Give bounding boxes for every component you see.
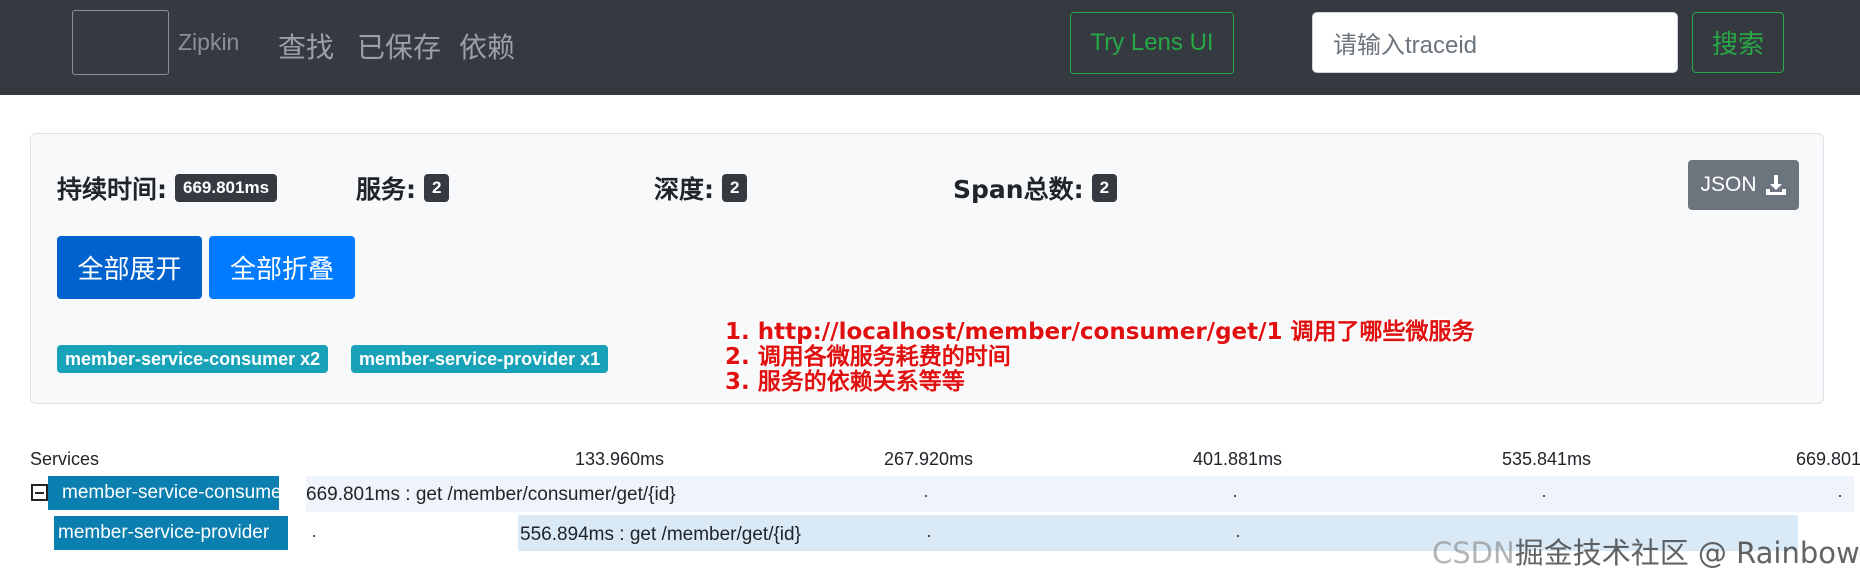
tick-label-1: 133.960ms — [575, 449, 665, 469]
depth-label: 深度: — [654, 175, 714, 204]
annotation-line-1: 1. http://localhost/member/consumer/get/… — [725, 319, 1475, 345]
services-badge: 2 — [424, 174, 450, 202]
tick-label-4: 535.841ms — [1502, 449, 1592, 469]
nav-saved[interactable]: 已保存 — [357, 26, 441, 66]
tick-dot — [1839, 495, 1841, 497]
search-button[interactable]: 搜索 — [1692, 12, 1784, 73]
zipkin-logo[interactable] — [72, 10, 169, 75]
brand-name[interactable]: Zipkin — [178, 29, 239, 56]
service-tag-provider[interactable]: member-service-provider x1 — [351, 345, 609, 373]
span-count-label: Span总数: — [953, 175, 1084, 204]
tick-label-2: 267.920ms — [884, 449, 974, 469]
span-count-badge: 2 — [1091, 174, 1118, 202]
service-name-provider[interactable]: member-service-provider — [54, 516, 288, 550]
expand-all-button[interactable]: 全部展开 — [57, 236, 202, 299]
depth-stat: 深度: 2 — [654, 170, 748, 206]
watermark-prefix: CSDN — [1432, 536, 1515, 570]
duration-stat: 持续时间: 669.801ms — [57, 170, 278, 206]
tick-dot — [1543, 495, 1545, 497]
span-label-provider[interactable]: 556.894ms : get /member/get/{id} — [520, 524, 801, 546]
tick-dot — [1237, 535, 1239, 537]
watermark: CSDN掘金技术社区 @ RainbowSea — [1432, 530, 1860, 572]
service-name-consumer[interactable]: member-service-consumer — [48, 476, 279, 510]
duration-label: 持续时间: — [57, 175, 167, 204]
tick-dot — [928, 535, 930, 537]
traceid-search-input[interactable]: 请输入traceid — [1312, 12, 1678, 73]
tick-label-5: 669.801 — [1796, 449, 1860, 469]
nav-find[interactable]: 查找 — [278, 26, 334, 66]
services-label: 服务: — [356, 175, 416, 204]
span-label-consumer[interactable]: 669.801ms : get /member/consumer/get/{id… — [306, 484, 676, 506]
service-tag-consumer[interactable]: member-service-consumer x2 — [57, 345, 329, 373]
json-button-label: JSON — [1700, 173, 1757, 196]
json-download-button[interactable]: JSON — [1688, 160, 1799, 210]
services-stat: 服务: 2 — [356, 170, 450, 206]
tick-dot — [313, 535, 315, 537]
tick-dot — [1234, 495, 1236, 497]
services-column-header: Services — [30, 449, 100, 469]
try-lens-ui-button[interactable]: Try Lens UI — [1070, 12, 1234, 74]
nav-dependencies[interactable]: 依赖 — [459, 26, 515, 66]
collapse-toggle-icon[interactable] — [31, 484, 48, 501]
download-icon — [1765, 175, 1786, 195]
annotation-line-3: 3. 服务的依赖关系等等 — [725, 369, 965, 395]
top-navbar: Zipkin 查找 已保存 依赖 Try Lens UI 请输入traceid … — [0, 0, 1860, 95]
duration-badge: 669.801ms — [175, 174, 278, 202]
watermark-text: 掘金技术社区 @ RainbowSea — [1514, 536, 1860, 570]
span-count-stat: Span总数: 2 — [953, 170, 1118, 206]
annotation-text: 1. http://localhost/member/consumer/get/… — [725, 320, 1475, 395]
depth-badge: 2 — [722, 174, 748, 202]
tick-dot — [925, 495, 927, 497]
collapse-all-button[interactable]: 全部折叠 — [209, 236, 355, 299]
annotation-line-2: 2. 调用各微服务耗费的时间 — [725, 344, 1011, 370]
tick-label-3: 401.881ms — [1193, 449, 1283, 469]
